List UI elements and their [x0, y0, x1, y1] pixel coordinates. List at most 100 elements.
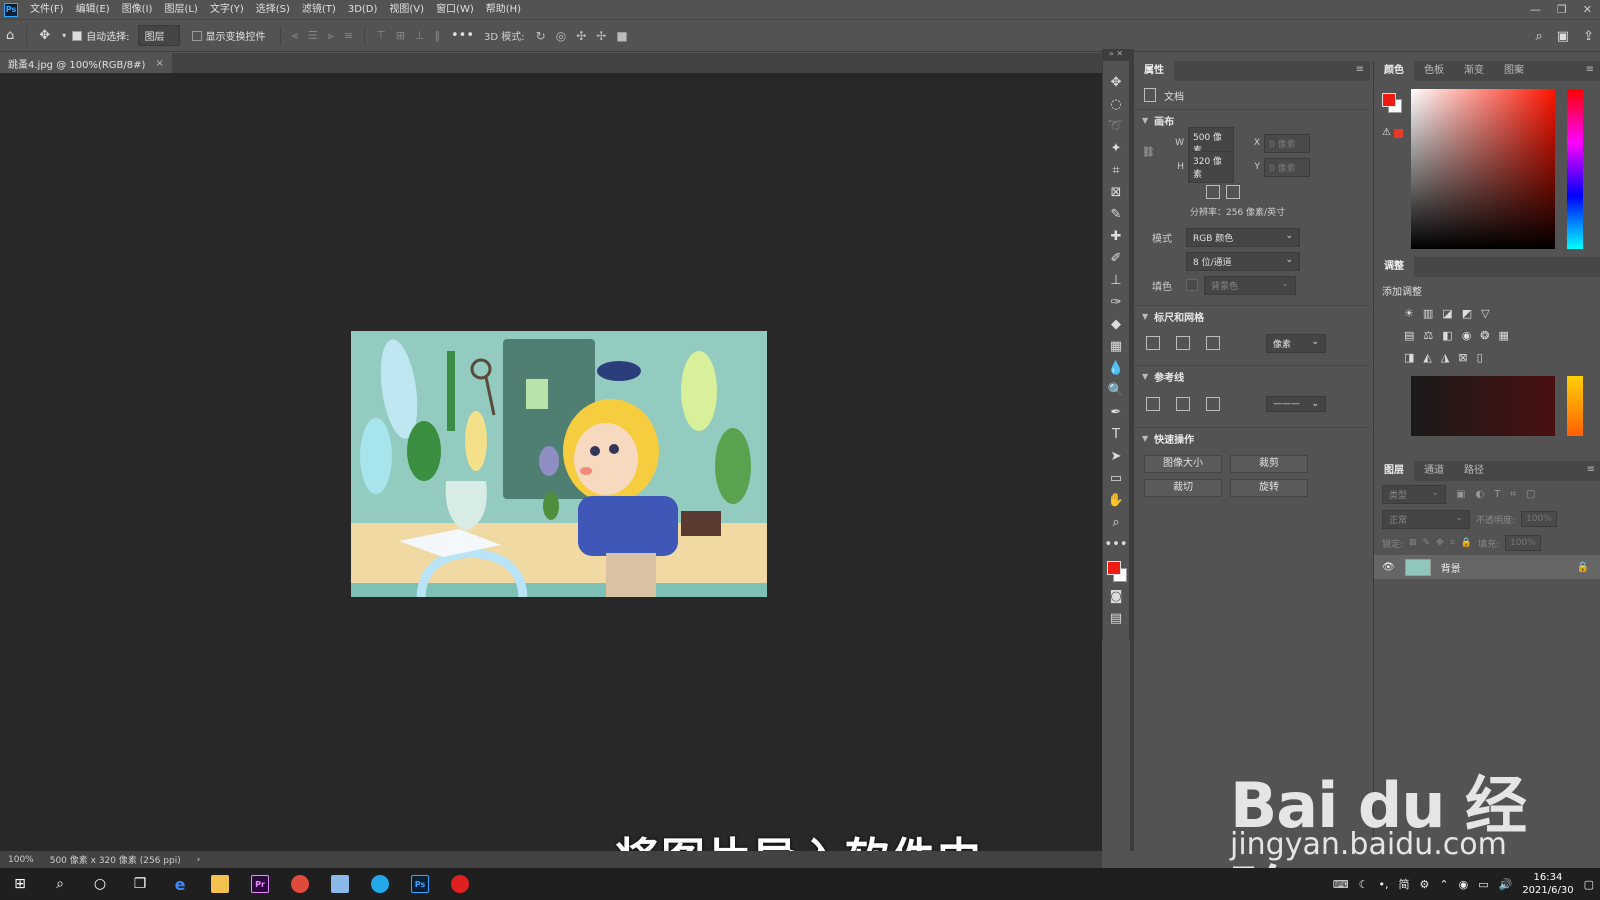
history-brush-tool-icon[interactable]: ✑	[1105, 291, 1127, 313]
filter-type-icon[interactable]: T	[1494, 489, 1500, 500]
color-mode-dropdown[interactable]: RGB 颜色 ⌄	[1186, 227, 1300, 247]
posterize-icon[interactable]: ◭	[1423, 351, 1431, 364]
checkbox-checked-icon[interactable]	[72, 30, 83, 41]
taskbar-edge-app[interactable]: e	[160, 868, 200, 900]
menu-type[interactable]: 文字(Y)	[204, 0, 250, 19]
healing-brush-tool-icon[interactable]: ✚	[1105, 225, 1127, 247]
workspace-icon[interactable]: ▣	[1557, 29, 1569, 44]
blur-tool-icon[interactable]: 💧	[1105, 357, 1127, 379]
share-icon[interactable]: ⇪	[1583, 29, 1594, 44]
layer-row-background[interactable]: 👁 背景 🔒	[1374, 555, 1600, 579]
vibrance-icon[interactable]: ▽	[1481, 307, 1489, 320]
search-icon[interactable]: ⌕	[40, 868, 80, 900]
guide-style-dropdown[interactable]: ——— ⌄	[1266, 396, 1326, 412]
pan-3d-icon[interactable]: ✣	[571, 29, 591, 43]
menu-view[interactable]: 视图(V)	[383, 0, 430, 19]
zoom-level[interactable]: 100%	[0, 855, 42, 865]
smart-guides-icon[interactable]	[1206, 397, 1220, 411]
taskbar-notes-app[interactable]	[320, 868, 360, 900]
hue-saturation-icon[interactable]: ▤	[1404, 329, 1414, 342]
taskbar-recorder-app[interactable]	[440, 868, 480, 900]
gamut-warning-swatch[interactable]	[1394, 129, 1403, 138]
canvas-area[interactable]: 将图片导入软件中	[0, 73, 1102, 885]
guides-icon[interactable]	[1146, 397, 1160, 411]
minimize-icon[interactable]: —	[1530, 3, 1541, 16]
orbit-3d-icon[interactable]: ↻	[531, 29, 551, 43]
lock-artboard-icon[interactable]: ⌗	[1450, 538, 1455, 548]
channel-mixer-icon[interactable]: ❂	[1480, 329, 1489, 342]
close-tab-icon[interactable]: ×	[155, 58, 163, 69]
grid-icon[interactable]	[1176, 336, 1190, 350]
guide-layout-icon[interactable]	[1176, 397, 1190, 411]
ime-mode[interactable]: 简	[1399, 876, 1410, 892]
magic-wand-tool-icon[interactable]: ✦	[1105, 137, 1127, 159]
frame-tool-icon[interactable]: ⊠	[1105, 181, 1127, 203]
start-button-icon[interactable]: ⊞	[0, 868, 40, 900]
levels-icon[interactable]: ▥	[1423, 307, 1433, 320]
network-icon[interactable]: ▭	[1478, 878, 1488, 891]
tab-paths[interactable]: 路径	[1454, 461, 1494, 481]
image-size-button[interactable]: 图像大小	[1144, 455, 1222, 473]
guides-section-header[interactable]: ▼ 参考线	[1134, 365, 1370, 387]
punctuation-icon[interactable]: •,	[1379, 878, 1389, 891]
slide-3d-icon[interactable]: ✢	[591, 29, 611, 43]
cortana-icon[interactable]: ○	[80, 868, 120, 900]
show-transform-checkbox[interactable]: 显示变换控件	[191, 28, 266, 43]
tab-gradients[interactable]: 渐变	[1454, 61, 1494, 81]
filter-image-icon[interactable]: ▣	[1456, 489, 1465, 500]
opacity-field[interactable]: 100%	[1521, 511, 1558, 527]
tab-adjustments[interactable]: 调整	[1374, 257, 1414, 277]
lock-position-icon[interactable]: ✥	[1436, 538, 1444, 548]
menu-image[interactable]: 图像(I)	[116, 0, 159, 19]
tab-color[interactable]: 颜色	[1374, 61, 1414, 81]
auto-select-checkbox[interactable]: 自动选择:	[72, 28, 130, 43]
black-white-icon[interactable]: ◧	[1442, 329, 1452, 342]
height-field[interactable]: 320 像素	[1188, 151, 1234, 183]
align-right-icon[interactable]: ⫸	[323, 29, 339, 43]
tab-swatches[interactable]: 色板	[1414, 61, 1454, 81]
move-tool-icon[interactable]: ✥	[1105, 71, 1127, 93]
chevron-down-icon[interactable]: ▼	[1142, 116, 1148, 125]
layer-kind-filter[interactable]: 类型 ⌄	[1382, 484, 1446, 504]
pixel-grid-icon[interactable]	[1206, 336, 1220, 350]
color-swatches[interactable]	[1105, 559, 1127, 585]
tab-layers[interactable]: 图层	[1374, 461, 1414, 481]
color-balance-icon[interactable]: ⚖	[1423, 329, 1433, 342]
distribute-vertical-icon[interactable]: ‖	[430, 29, 446, 42]
warning-icon[interactable]: ⚠	[1382, 127, 1391, 138]
taskbar-premiere-app[interactable]: Pr	[240, 868, 280, 900]
eye-visibility-icon[interactable]: 👁	[1382, 562, 1395, 573]
panel-menu-icon[interactable]: ≡	[1587, 464, 1595, 475]
bit-depth-dropdown[interactable]: 8 位/通道 ⌄	[1186, 251, 1300, 271]
close-icon[interactable]: ✕	[1583, 3, 1592, 16]
exposure-icon[interactable]: ◩	[1462, 307, 1472, 320]
zoom-tool-icon[interactable]: ⌕	[1105, 511, 1127, 533]
document-canvas[interactable]	[351, 331, 767, 597]
distribute-icon[interactable]: ≡	[339, 29, 358, 42]
gradient-map-icon[interactable]: ▯	[1477, 351, 1483, 364]
menu-filter[interactable]: 滤镜(T)	[296, 0, 342, 19]
menu-layer[interactable]: 图层(L)	[158, 0, 203, 19]
taskbar-chrome-app[interactable]	[280, 868, 320, 900]
fill-opacity-field[interactable]: 100%	[1505, 535, 1542, 551]
crop-button[interactable]: 裁剪	[1230, 455, 1308, 473]
rotate-button[interactable]: 旋转	[1230, 479, 1308, 497]
menu-help[interactable]: 帮助(H)	[480, 0, 527, 19]
trim-button[interactable]: 裁切	[1144, 479, 1222, 497]
secondary-hue-slider[interactable]	[1567, 376, 1583, 436]
chevron-down-icon[interactable]: ▼	[1142, 312, 1148, 321]
menu-file[interactable]: 文件(F)	[24, 0, 70, 19]
canvas-section-header[interactable]: ▼ 画布	[1134, 109, 1370, 131]
taskbar-browser-app[interactable]	[360, 868, 400, 900]
auto-select-dropdown[interactable]: 图层	[137, 25, 180, 46]
menu-edit[interactable]: 编辑(E)	[70, 0, 116, 19]
moon-icon[interactable]: ☾	[1359, 878, 1369, 891]
filter-shape-icon[interactable]: ⌗	[1510, 489, 1516, 500]
camera-3d-icon[interactable]: ■	[611, 29, 632, 43]
lock-pixels-icon[interactable]: ✎	[1423, 538, 1431, 548]
rulers-section-header[interactable]: ▼ 标尺和网格	[1134, 305, 1370, 327]
ruler-unit-dropdown[interactable]: 像素 ⌄	[1266, 333, 1326, 353]
volume-icon[interactable]: 🔊	[1499, 878, 1513, 891]
foreground-color-swatch[interactable]	[1107, 561, 1121, 575]
more-options-icon[interactable]: •••	[445, 28, 480, 43]
